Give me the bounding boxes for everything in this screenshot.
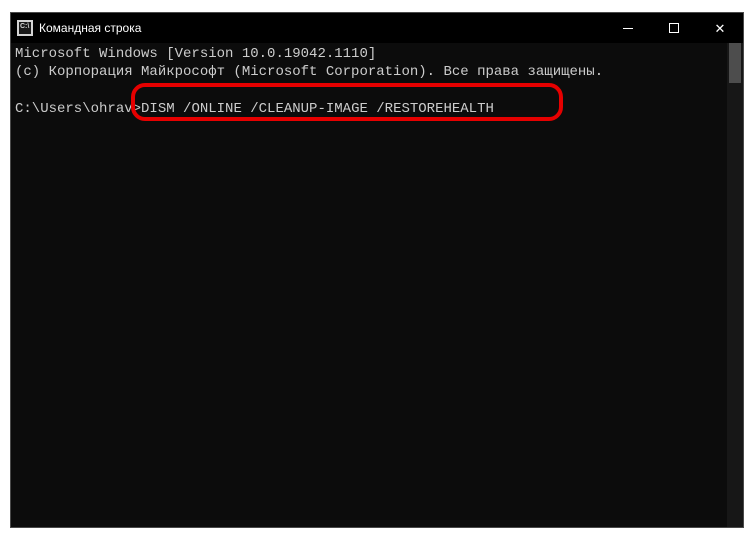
window-title: Командная строка [39,21,605,35]
minimize-icon [623,28,633,29]
window-controls: ✕ [605,13,743,43]
titlebar[interactable]: C:\ Командная строка ✕ [11,13,743,43]
copyright-line: (c) Корпорация Майкрософт (Microsoft Cor… [15,64,603,80]
prompt-text: C:\Users\ohrav> [15,101,141,117]
cmd-icon: C:\ [17,20,33,36]
command-prompt-window: C:\ Командная строка ✕ Microsoft Windows… [10,12,744,528]
minimize-button[interactable] [605,13,651,43]
vertical-scrollbar[interactable] [727,43,743,527]
terminal-body[interactable]: Microsoft Windows [Version 10.0.19042.11… [11,43,743,527]
close-button[interactable]: ✕ [697,13,743,43]
cmd-icon-text: C:\ [20,23,29,30]
scrollbar-thumb[interactable] [729,43,741,83]
maximize-button[interactable] [651,13,697,43]
maximize-icon [669,23,679,33]
command-text: DISM /ONLINE /CLEANUP-IMAGE /RESTOREHEAL… [141,101,494,117]
terminal-output: Microsoft Windows [Version 10.0.19042.11… [11,43,743,120]
close-icon: ✕ [715,22,726,35]
version-line: Microsoft Windows [Version 10.0.19042.11… [15,46,376,62]
